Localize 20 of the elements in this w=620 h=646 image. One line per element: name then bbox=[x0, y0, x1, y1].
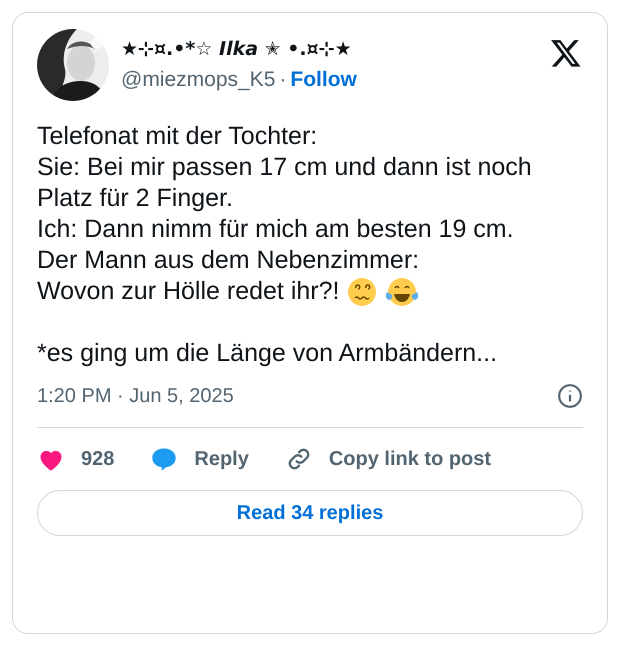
info-icon[interactable] bbox=[557, 383, 583, 409]
post-text: Der Mann aus dem Nebenzimmer: bbox=[37, 245, 420, 276]
post-timestamp[interactable]: 1:20 PM · Jun 5, 2025 bbox=[37, 381, 234, 411]
speech-bubble-icon bbox=[150, 446, 178, 472]
post-text: Wovon zur Hölle redet ihr?! bbox=[37, 276, 340, 307]
post-text: Ich: Dann nimm für mich am besten 19 cm. bbox=[37, 214, 514, 245]
separator-dot: · bbox=[279, 66, 286, 92]
post-text: Telefonat mit der Tochter: bbox=[37, 121, 318, 152]
display-name: ★⊹¤.•*☆ Ilka ✭ •.¤⊹★ bbox=[121, 37, 353, 62]
copy-button[interactable]: Copy link to post bbox=[284, 444, 492, 474]
user-handle: @miezmops_K5 bbox=[121, 66, 276, 92]
post-text: *es ging um die Länge von Armbändern... bbox=[37, 338, 498, 369]
like-button[interactable]: 928 bbox=[37, 444, 114, 474]
dizzy-face-icon bbox=[347, 276, 378, 306]
read-replies-button[interactable]: Read 34 replies bbox=[37, 490, 583, 536]
x-logo-icon[interactable] bbox=[549, 37, 583, 69]
laughing-tears-face-icon bbox=[385, 276, 420, 306]
post-text: Sie: Bei mir passen 17 cm und dann ist noch Platz für 2 Finger. bbox=[37, 152, 533, 214]
reply-button[interactable]: Reply bbox=[150, 444, 249, 474]
follow-link[interactable]: Follow bbox=[290, 64, 357, 95]
